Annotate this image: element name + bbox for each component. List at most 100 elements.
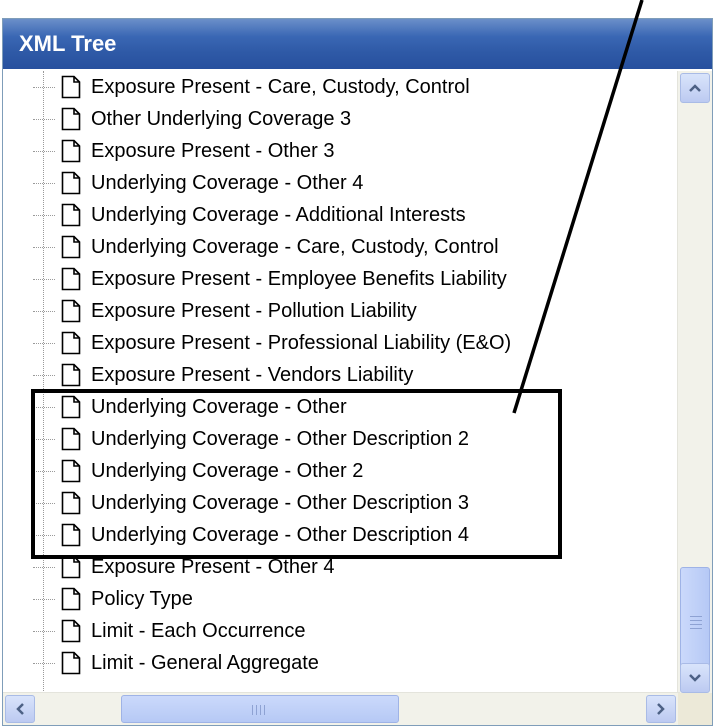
- tree-item[interactable]: Limit - Each Occurrence: [13, 615, 306, 647]
- xml-tree[interactable]: Exposure Present - Care, Custody, Contro…: [13, 71, 673, 695]
- document-icon: [61, 395, 81, 419]
- tree-item[interactable]: Underlying Coverage - Other 4: [13, 167, 363, 199]
- tree-connector-line: [33, 566, 55, 568]
- document-icon: [61, 523, 81, 547]
- tree-connector-line: [33, 342, 55, 344]
- tree-item[interactable]: Exposure Present - Pollution Liability: [13, 295, 417, 327]
- chevron-right-icon: [657, 703, 665, 715]
- tree-connector-line: [33, 118, 55, 120]
- tree-connector-line: [33, 246, 55, 248]
- document-icon: [61, 107, 81, 131]
- tree-item[interactable]: Exposure Present - Professional Liabilit…: [13, 327, 511, 359]
- xml-tree-panel: XML Tree Exposure Present - Care, Custod…: [2, 18, 713, 726]
- document-icon: [61, 427, 81, 451]
- tree-item-label: Exposure Present - Professional Liabilit…: [91, 332, 512, 354]
- document-icon: [61, 651, 81, 675]
- tree-item[interactable]: Exposure Present - Other 3: [13, 135, 334, 167]
- tree-item[interactable]: Underlying Coverage - Other 2: [13, 455, 363, 487]
- tree-connector-line: [33, 86, 55, 88]
- tree-connector-line: [33, 438, 55, 440]
- chevron-left-icon: [16, 703, 24, 715]
- tree-item-label: Policy Type: [91, 588, 193, 610]
- tree-connector-line: [33, 502, 55, 504]
- tree-item-label: Exposure Present - Vendors Liability: [91, 364, 414, 386]
- grip-line: [690, 616, 702, 617]
- tree-item-label: Exposure Present - Employee Benefits Lia…: [91, 268, 507, 290]
- tree-item-label: Underlying Coverage - Other: [91, 396, 347, 418]
- tree-item-label: Exposure Present - Pollution Liability: [91, 300, 417, 322]
- horizontal-scrollbar[interactable]: [3, 692, 680, 725]
- grip-line: [264, 705, 265, 715]
- document-icon: [61, 619, 81, 643]
- tree-item-label: Exposure Present - Care, Custody, Contro…: [91, 76, 470, 98]
- scrollbar-corner: [678, 693, 712, 725]
- tree-connector-line: [33, 150, 55, 152]
- tree-item-label: Exposure Present - Other 3: [91, 140, 335, 162]
- tree-item-label: Other Underlying Coverage 3: [91, 108, 352, 130]
- tree-connector-line: [33, 534, 55, 536]
- grip-line: [690, 628, 702, 629]
- scroll-left-button[interactable]: [5, 695, 35, 723]
- document-icon: [61, 587, 81, 611]
- tree-item[interactable]: Exposure Present - Employee Benefits Lia…: [13, 263, 507, 295]
- tree-item-label: Underlying Coverage - Care, Custody, Con…: [91, 236, 499, 258]
- tree-connector-line: [33, 182, 55, 184]
- panel-title: XML Tree: [3, 19, 712, 69]
- tree-connector-line: [33, 630, 55, 632]
- tree-item-label: Exposure Present - Other 4: [91, 556, 335, 578]
- tree-connector-line: [33, 310, 55, 312]
- grip-line: [256, 705, 257, 715]
- document-icon: [61, 363, 81, 387]
- tree-connector-line: [33, 662, 55, 664]
- document-icon: [61, 267, 81, 291]
- tree-connector-line: [33, 406, 55, 408]
- document-icon: [61, 331, 81, 355]
- chevron-up-icon: [689, 84, 701, 92]
- document-icon: [61, 459, 81, 483]
- document-icon: [61, 299, 81, 323]
- tree-item-label: Limit - General Aggregate: [91, 652, 319, 674]
- tree-item[interactable]: Policy Type: [13, 583, 193, 615]
- tree-item[interactable]: Underlying Coverage - Other Description …: [13, 487, 469, 519]
- tree-connector-line: [33, 214, 55, 216]
- document-icon: [61, 555, 81, 579]
- grip-line: [260, 705, 261, 715]
- tree-item[interactable]: Underlying Coverage - Care, Custody, Con…: [13, 231, 499, 263]
- tree-item[interactable]: Underlying Coverage - Other Description …: [13, 519, 469, 551]
- grip-line: [690, 624, 702, 625]
- tree-connector-line: [33, 374, 55, 376]
- document-icon: [61, 203, 81, 227]
- tree-item-label: Underlying Coverage - Other Description …: [91, 524, 469, 546]
- document-icon: [61, 75, 81, 99]
- tree-connector-line: [33, 470, 55, 472]
- tree-item-label: Underlying Coverage - Additional Interes…: [91, 204, 466, 226]
- chevron-down-icon: [689, 674, 701, 682]
- vertical-scrollbar[interactable]: [677, 71, 712, 695]
- tree-item[interactable]: Underlying Coverage - Other: [13, 391, 347, 423]
- tree-item[interactable]: Exposure Present - Care, Custody, Contro…: [13, 71, 470, 103]
- scroll-right-button[interactable]: [646, 695, 676, 723]
- tree-item[interactable]: Underlying Coverage - Other Description …: [13, 423, 469, 455]
- tree-item[interactable]: Underlying Coverage - Additional Interes…: [13, 199, 466, 231]
- tree-item-label: Underlying Coverage - Other 4: [91, 172, 364, 194]
- scroll-down-button[interactable]: [680, 663, 710, 693]
- tree-item[interactable]: Exposure Present - Other 4: [13, 551, 334, 583]
- tree-item[interactable]: Other Underlying Coverage 3: [13, 103, 351, 135]
- document-icon: [61, 171, 81, 195]
- document-icon: [61, 235, 81, 259]
- grip-line: [252, 705, 253, 715]
- document-icon: [61, 491, 81, 515]
- grip-line: [690, 620, 702, 621]
- tree-item-label: Limit - Each Occurrence: [91, 620, 306, 642]
- tree-item-label: Underlying Coverage - Other Description …: [91, 428, 469, 450]
- vertical-scroll-thumb[interactable]: [680, 567, 710, 675]
- document-icon: [61, 139, 81, 163]
- scroll-up-button[interactable]: [680, 73, 710, 103]
- tree-item-label: Underlying Coverage - Other 2: [91, 460, 364, 482]
- horizontal-scroll-thumb[interactable]: [121, 695, 399, 723]
- tree-item[interactable]: Limit - General Aggregate: [13, 647, 319, 679]
- tree-item[interactable]: Exposure Present - Vendors Liability: [13, 359, 413, 391]
- tree-connector-line: [33, 278, 55, 280]
- tree-connector-line: [33, 598, 55, 600]
- tree-item-label: Underlying Coverage - Other Description …: [91, 492, 469, 514]
